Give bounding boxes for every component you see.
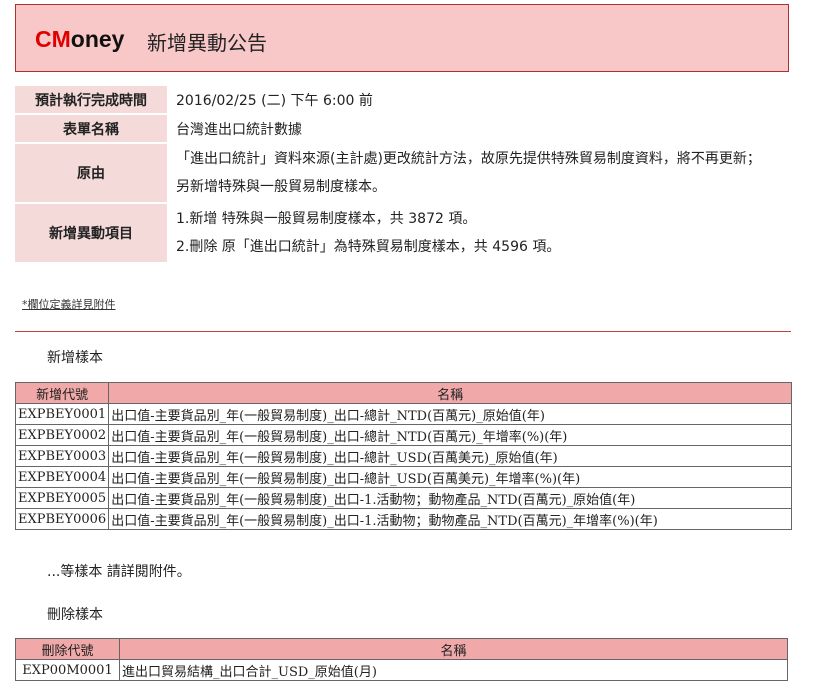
col-header-code: 刪除代號 — [15, 638, 120, 660]
divider — [15, 331, 791, 332]
col-header-name: 名稱 — [108, 382, 793, 404]
table-row: EXPBEY0004 出口值-主要貨品別_年(一般貿易制度)_出口-總計_USD(… — [14, 466, 793, 488]
table-row: EXPBEY0005 出口值-主要貨品別_年(一般貿易制度)_出口-1.活動物；動… — [14, 487, 793, 509]
form-label: 表單名稱 — [15, 115, 167, 142]
added-section-title: 新增樣本 — [47, 350, 103, 366]
col-header-name: 名稱 — [119, 638, 788, 660]
table-row: EXPBEY0002 出口值-主要貨品別_年(一般貿易制度)_出口-總計_NTD(… — [14, 424, 793, 446]
announcement-header: CMoney 新增異動公告 — [15, 4, 789, 72]
items-line: 1.新增 特殊與一般貿易制度樣本，共 3872 項。 — [176, 211, 477, 227]
cmoney-logo: CMoney — [35, 26, 125, 52]
sample-code: EXPBEY0006 — [14, 508, 110, 530]
field-definition-link[interactable]: *欄位定義詳見附件 — [22, 296, 116, 312]
sample-code: EXPBEY0001 — [14, 403, 110, 425]
deadline-label: 預計執行完成時間 — [15, 86, 167, 113]
table-row: EXP00M0001 進出口貿易結構_出口合計_USD_原始值(月) — [15, 659, 788, 681]
sample-code: EXPBEY0005 — [14, 487, 110, 509]
form-value: 台灣進出口統計數據 — [176, 121, 302, 138]
info-table: 預計執行完成時間 2016/02/25 (二) 下午 6:00 前 表單名稱 台… — [15, 84, 805, 264]
sample-code: EXPBEY0004 — [14, 466, 110, 488]
sample-name: 出口值-主要貨品別_年(一般貿易制度)_出口-總計_NTD(百萬元)_年增率(%… — [108, 424, 793, 446]
table-row: EXPBEY0001 出口值-主要貨品別_年(一般貿易制度)_出口-總計_NTD(… — [14, 403, 793, 425]
reason-label: 原由 — [15, 144, 167, 202]
items-label: 新增異動項目 — [15, 204, 167, 262]
more-samples-note: ...等樣本 請詳閱附件。 — [47, 564, 191, 580]
sample-name: 出口值-主要貨品別_年(一般貿易制度)_出口-總計_USD(百萬美元)_原始值(… — [108, 445, 793, 467]
sample-name: 出口值-主要貨品別_年(一般貿易制度)_出口-總計_NTD(百萬元)_原始值(年… — [108, 403, 793, 425]
deadline-row: 預計執行完成時間 2016/02/25 (二) 下午 6:00 前 — [15, 86, 805, 113]
reason-line: 「進出口統計」資料來源(主計處)更改統計方法，故原先提供特殊貿易制度資料，將不再… — [176, 151, 761, 167]
sample-code: EXPBEY0002 — [14, 424, 110, 446]
col-header-code: 新增代號 — [14, 382, 110, 404]
table-row: EXPBEY0003 出口值-主要貨品別_年(一般貿易制度)_出口-總計_USD(… — [14, 445, 793, 467]
items-line: 2.刪除 原「進出口統計」為特殊貿易制度樣本，共 4596 項。 — [176, 239, 561, 255]
deleted-samples-table: 刪除代號 名稱 EXP00M0001 進出口貿易結構_出口合計_USD_原始值(月… — [15, 638, 788, 681]
reason-line: 另新增特殊與一般貿易制度樣本。 — [176, 179, 386, 195]
page-title: 新增異動公告 — [147, 31, 267, 55]
reason-row: 原由 「進出口統計」資料來源(主計處)更改統計方法，故原先提供特殊貿易制度資料，… — [15, 144, 805, 202]
added-samples-table: 新增代號 名稱 EXPBEY0001 出口值-主要貨品別_年(一般貿易制度)_出口… — [14, 382, 793, 530]
sample-name: 出口值-主要貨品別_年(一般貿易制度)_出口-1.活動物；動物產品_NTD(百萬… — [108, 487, 793, 509]
sample-code: EXPBEY0003 — [14, 445, 110, 467]
sample-code: EXP00M0001 — [15, 659, 120, 681]
table-row: EXPBEY0006 出口值-主要貨品別_年(一般貿易制度)_出口-1.活動物；動… — [14, 508, 793, 530]
sample-name: 出口值-主要貨品別_年(一般貿易制度)_出口-1.活動物；動物產品_NTD(百萬… — [108, 508, 793, 530]
deleted-section-title: 刪除樣本 — [47, 607, 103, 623]
items-row: 新增異動項目 1.新增 特殊與一般貿易制度樣本，共 3872 項。 2.刪除 原… — [15, 204, 805, 262]
form-row: 表單名稱 台灣進出口統計數據 — [15, 115, 805, 142]
deadline-value: 2016/02/25 (二) 下午 6:00 前 — [176, 92, 373, 109]
sample-name: 出口值-主要貨品別_年(一般貿易制度)_出口-總計_USD(百萬美元)_年增率(… — [108, 466, 793, 488]
sample-name: 進出口貿易結構_出口合計_USD_原始值(月) — [119, 659, 788, 681]
